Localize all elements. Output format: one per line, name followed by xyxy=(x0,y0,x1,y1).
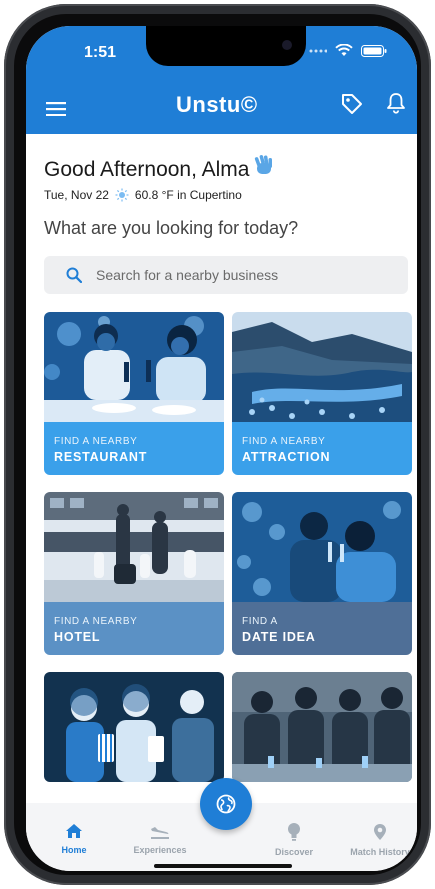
phone-frame: 1:51 Unstu© Good Afternoon, Alma Tue, No… xyxy=(4,4,431,885)
card-label: FIND A DATE IDEA xyxy=(232,602,412,655)
app-logo: Unstu© xyxy=(176,92,258,117)
nav-match-history-label: Match History xyxy=(350,847,410,857)
tag-icon[interactable] xyxy=(340,92,364,116)
wifi-icon xyxy=(335,44,353,56)
card-group-activity[interactable] xyxy=(232,672,412,782)
location-pin-icon xyxy=(374,824,386,840)
greeting-text: Good Afternoon, Alma xyxy=(44,158,250,181)
card-subtitle: FIND A NEARBY xyxy=(54,616,138,627)
card-title: RESTAURANT xyxy=(54,450,148,464)
search-input[interactable] xyxy=(94,266,388,284)
card-subtitle: FIND A NEARBY xyxy=(54,436,138,447)
search-icon xyxy=(66,267,82,283)
card-hotel[interactable]: FIND A NEARBY HOTEL xyxy=(44,492,224,655)
plane-landing-icon xyxy=(151,827,169,839)
greeting-heading: Good Afternoon, Alma xyxy=(44,154,277,182)
globe-icon xyxy=(216,794,236,814)
group-activity-photo xyxy=(232,672,412,782)
nav-experiences[interactable]: Experiences xyxy=(120,803,200,855)
date-text: Tue, Nov 22 xyxy=(44,188,109,202)
search-bar[interactable] xyxy=(44,256,408,294)
date-idea-photo xyxy=(232,492,412,602)
hamburger-menu-icon[interactable] xyxy=(46,102,66,116)
entertainment-photo xyxy=(44,672,224,782)
attraction-photo xyxy=(232,312,412,422)
header-bar: 1:51 Unstu© xyxy=(26,26,417,134)
camera-notch xyxy=(146,26,306,66)
globe-action-button[interactable] xyxy=(200,778,252,830)
card-title: HOTEL xyxy=(54,630,101,644)
nav-experiences-label: Experiences xyxy=(133,845,187,855)
nav-home-label: Home xyxy=(61,845,87,855)
home-indicator xyxy=(154,864,292,868)
card-subtitle: FIND A xyxy=(242,616,278,627)
status-icons xyxy=(309,44,387,57)
date-weather-line: Tue, Nov 22 60.8 °F in Cupertino xyxy=(44,188,242,202)
prompt-question: What are you looking for today? xyxy=(44,218,299,238)
battery-icon xyxy=(361,44,387,57)
waving-hand-icon xyxy=(253,154,277,182)
card-subtitle: FIND A NEARBY xyxy=(242,436,326,447)
weather-text: 60.8 °F in Cupertino xyxy=(134,188,242,202)
signal-dots-icon xyxy=(309,49,327,52)
nav-home[interactable]: Home xyxy=(34,803,114,855)
bell-icon[interactable] xyxy=(386,92,406,114)
nav-discover[interactable]: Discover xyxy=(254,803,334,857)
nav-match-history[interactable]: Match History xyxy=(340,803,417,857)
lightbulb-icon xyxy=(288,823,300,841)
hotel-photo xyxy=(44,492,224,602)
card-restaurant[interactable]: FIND A NEARBY RESTAURANT xyxy=(44,312,224,475)
app-screen: 1:51 Unstu© Good Afternoon, Alma Tue, No… xyxy=(26,26,417,871)
card-title: DATE IDEA xyxy=(242,630,316,644)
status-time: 1:51 xyxy=(84,44,117,61)
sun-icon xyxy=(115,188,129,202)
card-label: FIND A NEARBY ATTRACTION xyxy=(232,422,412,475)
card-date-idea[interactable]: FIND A DATE IDEA xyxy=(232,492,412,655)
restaurant-photo xyxy=(44,312,224,422)
card-entertainment[interactable] xyxy=(44,672,224,782)
home-icon xyxy=(66,824,82,838)
card-label: FIND A NEARBY RESTAURANT xyxy=(44,422,224,475)
card-attraction[interactable]: FIND A NEARBY ATTRACTION xyxy=(232,312,412,475)
nav-discover-label: Discover xyxy=(274,847,314,857)
card-label: FIND A NEARBY HOTEL xyxy=(44,602,224,655)
card-title: ATTRACTION xyxy=(242,450,331,464)
